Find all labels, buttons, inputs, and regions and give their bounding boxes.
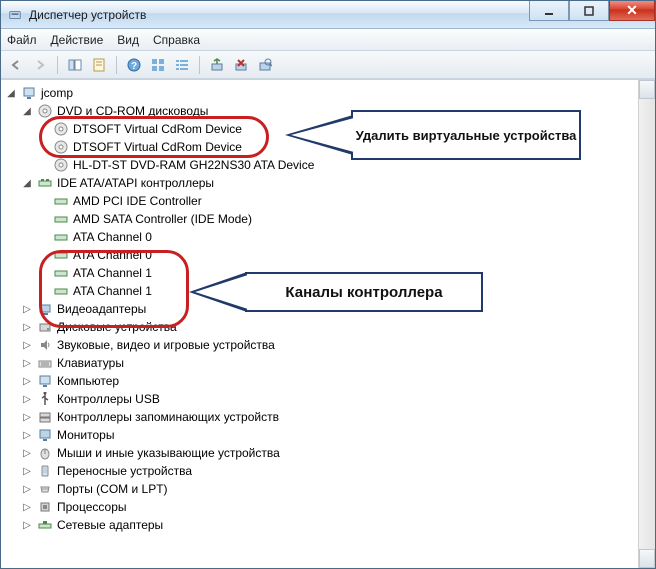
disk-group[interactable]: ▷Дисковые устройства [21, 318, 636, 336]
ide-group[interactable]: ◢ IDE ATA/ATAPI контроллеры [21, 174, 636, 192]
update-driver-button[interactable] [206, 54, 228, 76]
show-hide-tree-button[interactable] [64, 54, 86, 76]
controller-icon [53, 247, 69, 263]
disc-icon [53, 121, 69, 137]
controller-icon [53, 211, 69, 227]
root-label: jcomp [41, 86, 73, 100]
scan-hardware-button[interactable] [254, 54, 276, 76]
tree-item[interactable]: AMD PCI IDE Controller [37, 192, 636, 210]
menubar: Файл Действие Вид Справка [1, 29, 655, 51]
mouse-icon [37, 445, 53, 461]
vertical-scrollbar[interactable] [638, 80, 655, 568]
uninstall-button[interactable] [230, 54, 252, 76]
properties-button[interactable] [88, 54, 110, 76]
processors-group[interactable]: ▷Процессоры [21, 498, 636, 516]
expand-icon[interactable]: ▷ [21, 519, 33, 531]
dvd-group[interactable]: ◢ DVD и CD-ROM дисководы [21, 102, 636, 120]
storage-ctrl-group[interactable]: ▷Контроллеры запоминающих устройств [21, 408, 636, 426]
expand-icon[interactable]: ▷ [21, 483, 33, 495]
window-buttons: ✕ [529, 1, 655, 28]
content-area: ◢ jcomp ◢ DVD и CD-ROM дисководы [1, 79, 655, 568]
network-group[interactable]: ▷Сетевые адаптеры [21, 516, 636, 534]
network-icon [37, 517, 53, 533]
expand-icon[interactable]: ▷ [21, 447, 33, 459]
controller-icon [53, 193, 69, 209]
computer-icon [37, 373, 53, 389]
close-button[interactable]: ✕ [609, 1, 655, 21]
collapse-icon[interactable]: ◢ [21, 105, 33, 117]
view-icons-button[interactable] [147, 54, 169, 76]
mice-group[interactable]: ▷Мыши и иные указывающие устройства [21, 444, 636, 462]
harddisk-icon [37, 319, 53, 335]
menu-file[interactable]: Файл [7, 33, 37, 47]
video-group[interactable]: ▷Видеоадаптеры [21, 300, 636, 318]
svg-text:?: ? [131, 61, 137, 72]
tree-item[interactable]: DTSOFT Virtual CdRom Device [37, 120, 636, 138]
help-button[interactable]: ? [123, 54, 145, 76]
menu-view[interactable]: Вид [117, 33, 139, 47]
collapse-icon[interactable]: ◢ [5, 87, 17, 99]
disc-icon [53, 139, 69, 155]
computer-icon [21, 85, 37, 101]
device-manager-window: Диспетчер устройств ✕ Файл Действие Вид … [0, 0, 656, 569]
toolbar: ? [1, 51, 655, 79]
expand-icon[interactable]: ▷ [21, 321, 33, 333]
tree-item[interactable]: ATA Channel 1 [37, 264, 636, 282]
cpu-icon [37, 499, 53, 515]
usb-group[interactable]: ▷Контроллеры USB [21, 390, 636, 408]
keyboard-icon [37, 355, 53, 371]
menu-help[interactable]: Справка [153, 33, 200, 47]
expand-icon[interactable]: ▷ [21, 411, 33, 423]
tree-item[interactable]: ATA Channel 0 [37, 228, 636, 246]
monitor-icon [37, 427, 53, 443]
expand-icon[interactable]: ▷ [21, 303, 33, 315]
computer-group[interactable]: ▷Компьютер [21, 372, 636, 390]
expand-icon[interactable]: ▷ [21, 393, 33, 405]
sound-group[interactable]: ▷Звуковые, видео и игровые устройства [21, 336, 636, 354]
display-adapter-icon [37, 301, 53, 317]
menu-action[interactable]: Действие [51, 33, 104, 47]
monitors-group[interactable]: ▷Мониторы [21, 426, 636, 444]
controller-icon [53, 265, 69, 281]
tree-item[interactable]: AMD SATA Controller (IDE Mode) [37, 210, 636, 228]
speaker-icon [37, 337, 53, 353]
view-list-button[interactable] [171, 54, 193, 76]
keyboard-group[interactable]: ▷Клавиатуры [21, 354, 636, 372]
controller-icon [53, 283, 69, 299]
minimize-button[interactable] [529, 1, 569, 21]
window-title: Диспетчер устройств [29, 8, 529, 22]
controller-icon [53, 229, 69, 245]
storage-icon [37, 409, 53, 425]
disc-icon [37, 103, 53, 119]
back-button[interactable] [5, 54, 27, 76]
maximize-button[interactable] [569, 1, 609, 21]
controller-icon [37, 175, 53, 191]
expand-icon[interactable]: ▷ [21, 339, 33, 351]
portable-group[interactable]: ▷Переносные устройства [21, 462, 636, 480]
expand-icon[interactable]: ▷ [21, 501, 33, 513]
disc-icon [53, 157, 69, 173]
titlebar[interactable]: Диспетчер устройств ✕ [1, 1, 655, 29]
ports-group[interactable]: ▷Порты (COM и LPT) [21, 480, 636, 498]
tree-item[interactable]: DTSOFT Virtual CdRom Device [37, 138, 636, 156]
tree-item[interactable]: ATA Channel 1 [37, 282, 636, 300]
expand-icon[interactable]: ▷ [21, 375, 33, 387]
portable-icon [37, 463, 53, 479]
tree-item[interactable]: ATA Channel 0 [37, 246, 636, 264]
usb-icon [37, 391, 53, 407]
forward-button[interactable] [29, 54, 51, 76]
expand-icon[interactable]: ▷ [21, 357, 33, 369]
root-node[interactable]: ◢ jcomp [5, 84, 636, 102]
device-tree[interactable]: ◢ jcomp ◢ DVD и CD-ROM дисководы [1, 80, 638, 568]
app-icon [7, 7, 23, 23]
port-icon [37, 481, 53, 497]
expand-icon[interactable]: ▷ [21, 465, 33, 477]
collapse-icon[interactable]: ◢ [21, 177, 33, 189]
expand-icon[interactable]: ▷ [21, 429, 33, 441]
tree-item[interactable]: HL-DT-ST DVD-RAM GH22NS30 ATA Device [37, 156, 636, 174]
